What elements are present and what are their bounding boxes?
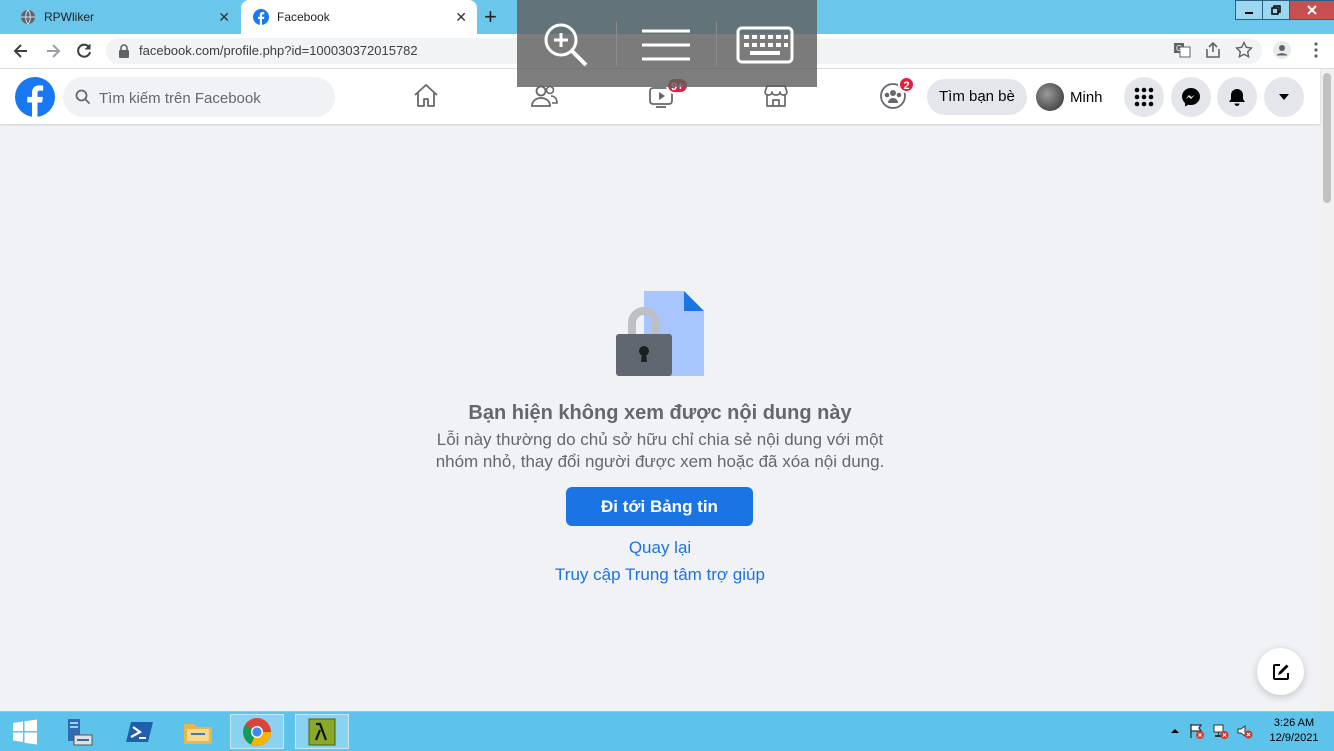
windows-logo-icon xyxy=(13,719,37,744)
lambda-app-icon xyxy=(308,718,336,745)
divider xyxy=(716,22,717,66)
new-message-button[interactable] xyxy=(1257,648,1304,695)
profile-name: Minh xyxy=(1070,88,1103,106)
powershell-icon xyxy=(126,721,153,742)
home-icon[interactable] xyxy=(412,82,440,110)
error-description: Lỗi này thường do chủ sở hữu chỉ chia sẻ… xyxy=(435,430,885,471)
keyboard-icon[interactable] xyxy=(736,26,794,64)
folder-icon xyxy=(184,723,212,744)
reload-icon[interactable] xyxy=(74,41,94,61)
minimize-button[interactable] xyxy=(1235,0,1263,20)
scrollbar[interactable] xyxy=(1320,69,1334,711)
error-title: Bạn hiện không xem được nội dung này xyxy=(468,402,852,424)
help-center-link[interactable]: Truy cập Trung tâm trợ giúp xyxy=(0,565,1320,585)
back-arrow-icon[interactable] xyxy=(11,41,31,61)
facebook-logo-icon[interactable] xyxy=(15,77,55,117)
notifications-button[interactable] xyxy=(1217,77,1257,117)
close-icon[interactable]: ✕ xyxy=(455,9,467,26)
taskbar-powershell[interactable] xyxy=(113,714,167,749)
find-friends-button[interactable]: Tìm bạn bè xyxy=(927,79,1027,115)
action-center-flag-icon[interactable] xyxy=(1189,723,1205,739)
search-input[interactable] xyxy=(97,77,331,119)
menu-button[interactable] xyxy=(1124,77,1164,117)
zoom-in-icon[interactable] xyxy=(541,20,591,70)
messenger-icon xyxy=(1182,88,1200,107)
search-box[interactable] xyxy=(63,77,335,119)
star-icon[interactable] xyxy=(1235,41,1253,59)
close-window-button[interactable] xyxy=(1289,0,1334,20)
account-icon[interactable] xyxy=(1273,41,1291,59)
back-link[interactable]: Quay lại xyxy=(0,538,1320,558)
locked-content-icon xyxy=(616,291,704,376)
compose-icon xyxy=(1272,663,1289,680)
close-icon[interactable]: ✕ xyxy=(218,9,230,26)
taskbar-chrome[interactable] xyxy=(230,714,284,749)
close-icon xyxy=(1307,5,1317,15)
bell-icon xyxy=(1229,89,1245,106)
translate-icon[interactable]: G xyxy=(1173,41,1191,59)
new-tab-button[interactable]: + xyxy=(484,4,497,30)
account-menu-button[interactable] xyxy=(1264,77,1304,117)
globe-icon xyxy=(21,9,35,25)
messenger-button[interactable] xyxy=(1171,77,1211,117)
taskbar-app[interactable] xyxy=(295,714,349,749)
caret-down-icon xyxy=(1279,94,1289,100)
remote-control-overlay xyxy=(517,0,817,87)
grid-menu-icon xyxy=(1134,87,1154,107)
network-icon[interactable] xyxy=(1213,723,1229,739)
scrollbar-thumb[interactable] xyxy=(1323,73,1331,203)
tab-title: Facebook xyxy=(277,10,330,24)
forward-arrow-icon[interactable] xyxy=(43,41,63,61)
hamburger-menu-icon[interactable] xyxy=(640,28,692,62)
system-clock[interactable]: 3:26 AM 12/9/2021 xyxy=(1262,716,1326,746)
tab-facebook[interactable]: Facebook ✕ xyxy=(241,0,477,34)
divider xyxy=(616,22,617,66)
groups-notification-badge: 2 xyxy=(898,76,915,93)
chrome-icon xyxy=(243,717,271,746)
tab-title: RPWliker xyxy=(44,10,94,24)
show-hidden-icons-icon[interactable] xyxy=(1167,723,1183,739)
windows-taskbar: 3:26 AM 12/9/2021 xyxy=(0,711,1334,751)
taskbar-file-explorer[interactable] xyxy=(171,714,225,749)
share-icon[interactable] xyxy=(1204,41,1222,59)
kebab-menu-icon[interactable] xyxy=(1307,41,1325,59)
facebook-icon xyxy=(253,9,269,25)
tab-rpwliker[interactable]: RPWliker ✕ xyxy=(0,0,240,34)
url-text: facebook.com/profile.php?id=100030372015… xyxy=(139,43,418,58)
profile-shortcut[interactable]: Minh xyxy=(1036,81,1103,113)
restore-button[interactable] xyxy=(1262,0,1290,20)
search-icon xyxy=(75,89,91,105)
clock-time: 3:26 AM xyxy=(1273,717,1315,729)
server-manager-icon xyxy=(68,718,93,745)
go-to-feed-button[interactable]: Đi tới Bảng tin xyxy=(566,487,753,526)
start-button[interactable] xyxy=(0,714,50,749)
volume-muted-icon[interactable] xyxy=(1237,723,1253,739)
window-controls xyxy=(1235,0,1334,20)
svg-text:G: G xyxy=(1176,44,1182,53)
taskbar-server-manager[interactable] xyxy=(52,714,106,749)
lock-icon xyxy=(119,44,129,58)
avatar xyxy=(1036,83,1064,111)
clock-date: 12/9/2021 xyxy=(1269,732,1319,744)
minimize-icon xyxy=(1245,12,1253,14)
restore-icon xyxy=(1271,5,1281,15)
